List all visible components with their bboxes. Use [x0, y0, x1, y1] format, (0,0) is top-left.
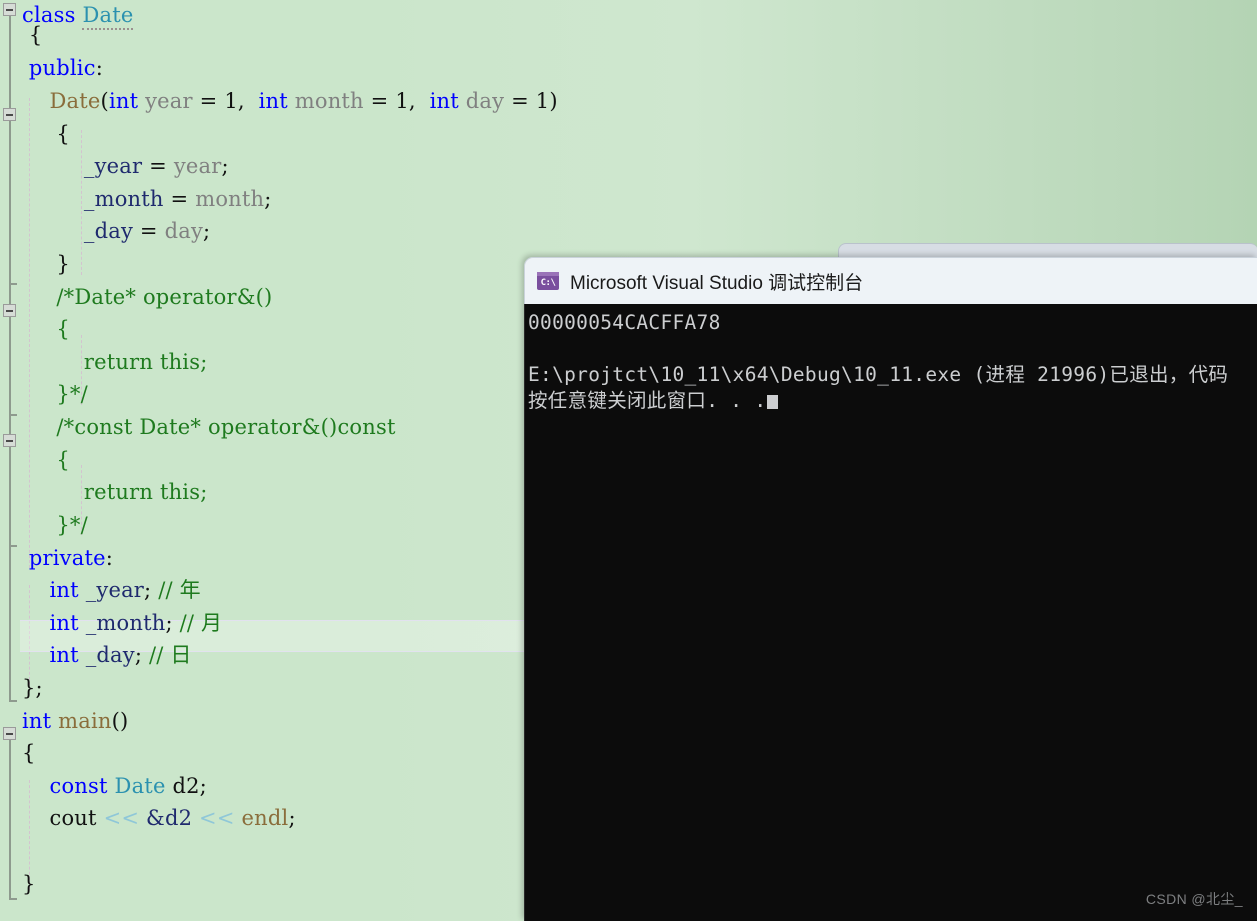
console-title: Microsoft Visual Studio 调试控制台: [570, 272, 864, 294]
console-cursor: [767, 395, 779, 409]
console-titlebar[interactable]: C:\ Microsoft Visual Studio 调试控制台: [524, 257, 1257, 304]
console-output-area[interactable]: 00000054CACFFA78 E:\projtct\10_11\x64\De…: [524, 304, 1257, 921]
code-line[interactable]: {: [0, 19, 1257, 51]
console-icon: C:\: [537, 272, 559, 290]
code-line[interactable]: public:: [0, 52, 1257, 84]
screenshot-root: class Date { public: Date(int year = 1, …: [0, 0, 1257, 921]
code-line[interactable]: Date(int year = 1, int month = 1, int da…: [0, 85, 1257, 117]
console-line-address: 00000054CACFFA78: [528, 311, 721, 334]
console-prompt-text: 按任意键关闭此窗口. . .: [528, 389, 767, 412]
console-icon-glyph: C:\: [540, 277, 556, 288]
code-line[interactable]: _month = month;: [0, 183, 1257, 215]
console-line-exit: E:\projtct\10_11\x64\Debug\10_11.exe (进程…: [528, 363, 1229, 386]
code-line[interactable]: _year = year;: [0, 150, 1257, 182]
csdn-watermark: CSDN @北尘_: [1145, 891, 1243, 907]
console-line-prompt: 按任意键关闭此窗口. . .: [527, 388, 1257, 414]
debug-console-window[interactable]: C:\ Microsoft Visual Studio 调试控制台 000000…: [524, 257, 1257, 921]
code-line[interactable]: {: [0, 118, 1257, 150]
